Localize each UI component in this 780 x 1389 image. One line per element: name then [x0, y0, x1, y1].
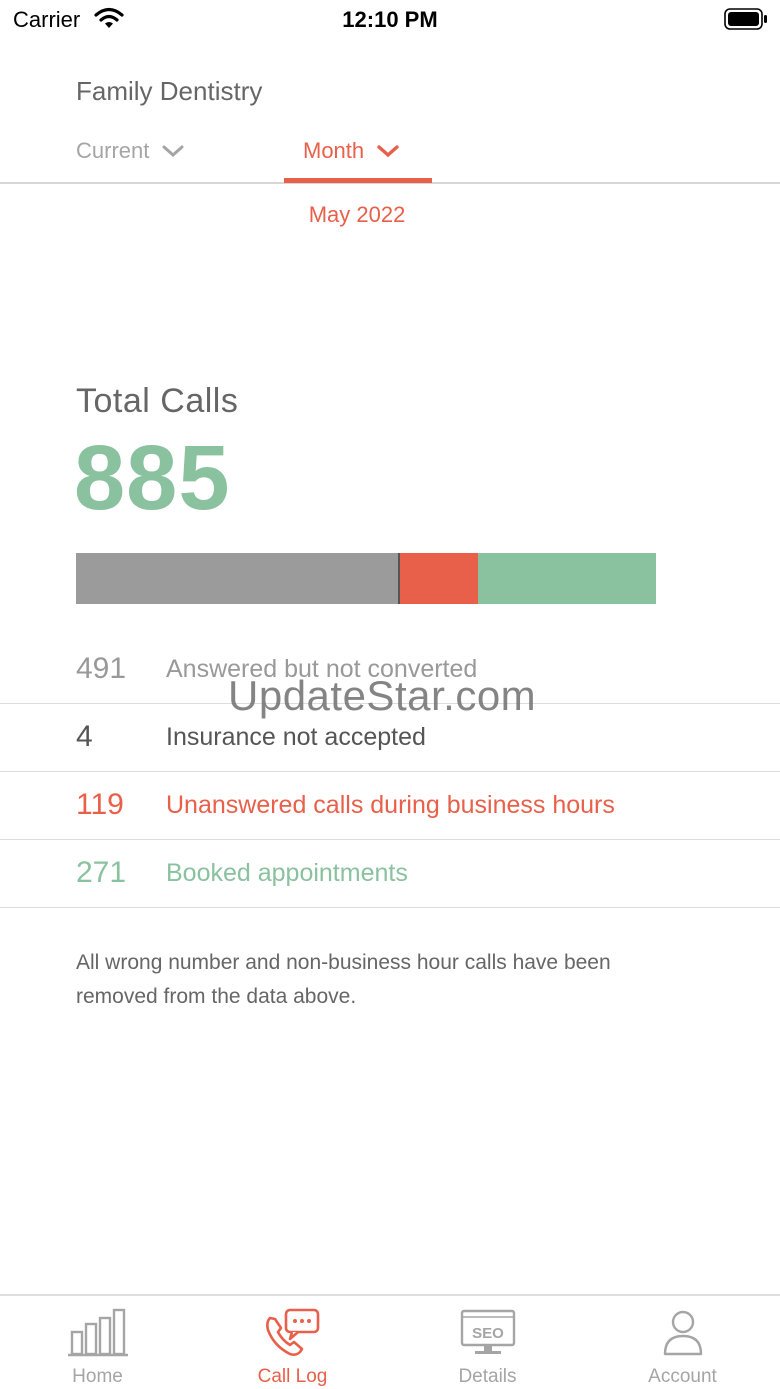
breakdown-count: 4 — [76, 720, 93, 753]
bar-segment — [478, 553, 656, 604]
active-filter-underline — [284, 178, 432, 183]
bar-segment — [400, 553, 479, 604]
tab-home[interactable]: Home — [0, 1296, 195, 1389]
seo-monitor-icon: SEO — [460, 1309, 515, 1354]
bar-chart-icon — [67, 1308, 128, 1357]
total-calls-label: Total Calls — [76, 382, 239, 420]
svg-text:SEO: SEO — [472, 1325, 504, 1342]
tab-account-label: Account — [648, 1366, 717, 1387]
data-footnote: All wrong number and non-business hour c… — [76, 951, 611, 1008]
battery-icon — [724, 8, 768, 35]
user-icon — [663, 1310, 702, 1356]
month-filter-label: Month — [303, 138, 365, 163]
chevron-down-icon — [162, 145, 184, 158]
breakdown-label: Booked appointments — [166, 859, 408, 887]
practice-name: Family Dentistry — [76, 76, 263, 106]
breakdown-label: Unanswered calls during business hours — [166, 791, 615, 819]
tab-details[interactable]: SEO Details — [390, 1296, 585, 1389]
breakdown-count: 119 — [76, 788, 124, 821]
tab-bar: Home Call Log SEO Details Account — [0, 1294, 780, 1389]
tab-details-label: Details — [458, 1366, 517, 1387]
filter-bar: Current Month — [0, 128, 780, 184]
tab-home-label: Home — [72, 1366, 123, 1387]
breakdown-row[interactable]: 119 Unanswered calls during business hour… — [0, 772, 780, 840]
total-calls-value: 885 — [74, 427, 231, 529]
tab-call-log-label: Call Log — [257, 1366, 328, 1387]
chevron-down-icon — [377, 145, 399, 158]
selected-period[interactable]: May 2022 — [0, 202, 714, 228]
breakdown-row[interactable]: 271 Booked appointments — [0, 840, 780, 908]
phone-chat-icon — [265, 1308, 319, 1356]
tab-account[interactable]: Account — [585, 1296, 780, 1389]
bar-segment — [76, 553, 398, 604]
current-filter-label: Current — [76, 138, 150, 163]
month-filter-dropdown[interactable]: Month — [303, 138, 400, 164]
breakdown-count: 491 — [76, 652, 127, 685]
breakdown-count: 271 — [76, 856, 127, 889]
calls-stacked-bar — [76, 553, 656, 604]
breakdown-label: Insurance not accepted — [166, 723, 426, 751]
current-filter-dropdown[interactable]: Current — [76, 138, 185, 164]
watermark: UpdateStar.com — [228, 672, 537, 719]
tab-call-log[interactable]: Call Log — [195, 1296, 390, 1389]
status-time: 12:10 PM — [342, 7, 438, 32]
status-bar: Carrier 12:10 PM — [0, 0, 780, 40]
